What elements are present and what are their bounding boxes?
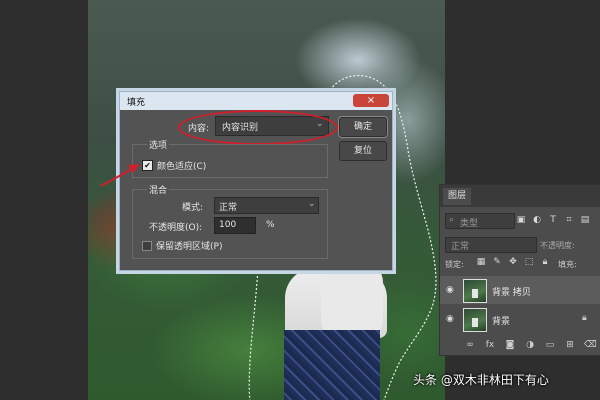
layer-style-icon[interactable]: fx — [484, 339, 496, 351]
eye-icon[interactable]: ◉ — [446, 314, 458, 324]
artboard-lock-icon[interactable]: ⬚ — [524, 257, 534, 267]
layer-thumbnail — [463, 308, 487, 332]
lock-label: 锁定: — [445, 260, 464, 269]
tab-layers[interactable]: 图层 — [443, 188, 471, 205]
layer-blend-mode-select[interactable]: 正常 — [445, 237, 537, 253]
layers-panel: 图层 ⌕ 类型 ▣ ◐ T ⌗ ▤ 正常 不透明度: 锁定: ▦ ✎ ✥ ⬚ 🔒… — [439, 184, 600, 356]
trash-icon[interactable]: ⌫ — [584, 339, 597, 351]
lock-transparency-icon[interactable]: ▦ — [476, 257, 486, 267]
lock-icon: 🔒︎ — [582, 313, 587, 323]
shape-filter-icon[interactable]: ⌗ — [564, 215, 574, 225]
smart-object-filter-icon[interactable]: ▤ — [580, 215, 590, 225]
layer-opacity-label: 不透明度: — [540, 241, 575, 250]
link-layers-icon[interactable]: ∞ — [464, 339, 476, 351]
layer-kind-filter[interactable]: ⌕ 类型 — [445, 213, 515, 229]
layer-name: 背景 — [492, 317, 511, 327]
layer-thumbnail — [463, 279, 487, 303]
new-group-icon[interactable]: ▭ — [544, 339, 556, 351]
lock-position-icon[interactable]: ✥ — [508, 257, 518, 267]
lock-pixels-icon[interactable]: ✎ — [492, 257, 502, 267]
layer-row[interactable]: ◉ 背景 🔒︎ — [440, 305, 600, 333]
fill-label: 填充: — [558, 260, 577, 269]
eye-icon[interactable]: ◉ — [446, 285, 458, 295]
layer-row[interactable]: ◉ 背景 拷贝 — [440, 276, 600, 304]
layer-mask-icon[interactable]: ◙ — [504, 339, 516, 351]
adjustment-layer-icon[interactable]: ◑ — [524, 339, 536, 351]
adjustment-filter-icon[interactable]: ◐ — [532, 215, 542, 225]
type-filter-icon[interactable]: T — [548, 215, 558, 225]
layer-blend-mode-value: 正常 — [451, 242, 470, 252]
kind-filter-label: 类型 — [460, 219, 479, 229]
new-layer-icon[interactable]: ⊞ — [564, 339, 576, 351]
layers-footer: ∞ fx ◙ ◑ ▭ ⊞ ⌫ — [440, 335, 600, 355]
image-filter-icon[interactable]: ▣ — [516, 215, 526, 225]
search-icon: ⌕ — [449, 215, 455, 225]
layer-name: 背景 拷贝 — [492, 288, 531, 298]
lock-all-icon[interactable]: 🔒︎ — [540, 257, 550, 267]
watermark-text: 头条 @双木非林田下有心 — [413, 373, 549, 387]
layers-tabbar: 图层 — [440, 185, 600, 207]
